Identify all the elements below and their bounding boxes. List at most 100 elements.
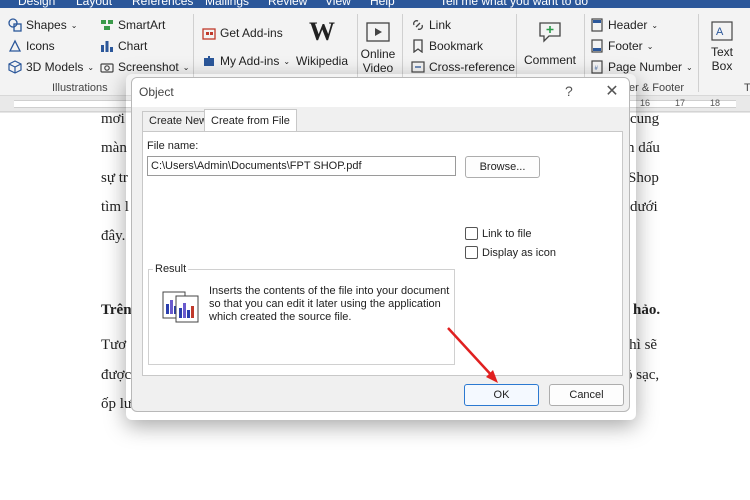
icons-label: Icons	[26, 39, 55, 53]
svg-text:A: A	[716, 26, 724, 38]
result-label: Result	[153, 263, 189, 275]
doc-heading: hảo.	[633, 302, 661, 318]
page-number-button[interactable]: # Page Number ⌄	[590, 60, 693, 74]
screenshot-label: Screenshot	[118, 60, 179, 74]
chevron-down-icon: ⌄	[70, 20, 78, 30]
file-name-input[interactable]	[147, 156, 456, 176]
3d-models-button[interactable]: 3D Models ⌄	[8, 60, 94, 74]
icons-button[interactable]: Icons	[8, 39, 55, 53]
store-icon	[202, 28, 216, 40]
my-add-ins-label: My Add-ins	[220, 54, 280, 68]
close-icon[interactable]: ✕	[599, 81, 625, 103]
tab-mailings[interactable]: Mailings	[205, 0, 249, 8]
bookmark-label: Bookmark	[429, 39, 484, 53]
display-as-icon-label: Display as icon	[482, 246, 556, 259]
ruler-number: 18	[710, 98, 721, 108]
puzzle-icon	[204, 56, 214, 66]
tab-references[interactable]: References	[132, 0, 193, 8]
checkbox-box[interactable]	[465, 246, 478, 259]
doc-line: sự tr	[101, 170, 128, 186]
ribbon-tabs: Design Layout References Mailings Review…	[0, 0, 750, 8]
checkbox-box[interactable]	[465, 227, 478, 240]
ok-button[interactable]: OK	[464, 384, 539, 406]
text-group-label: T	[744, 82, 750, 94]
shapes-button[interactable]: Shapes ⌄	[8, 18, 77, 32]
chevron-down-icon: ⌄	[651, 20, 659, 30]
text-box-label-1: Text	[710, 45, 733, 59]
browse-button[interactable]: Browse...	[465, 156, 540, 178]
chevron-down-icon: ⌄	[87, 62, 95, 72]
icons-icon	[8, 39, 22, 52]
tab-help[interactable]: Help	[370, 0, 395, 8]
link-button[interactable]: Link	[411, 18, 451, 32]
get-add-ins-label: Get Add-ins	[220, 26, 283, 40]
result-group: Result Inserts the contents of the file …	[148, 263, 455, 365]
footer-label: Footer	[608, 39, 643, 53]
tab-design[interactable]: Design	[18, 0, 55, 8]
video-icon	[366, 22, 390, 42]
camera-icon	[100, 63, 114, 73]
dialog-title-bar[interactable]: Object ? ✕	[132, 78, 629, 107]
chart-label: Chart	[118, 39, 148, 53]
shapes-label: Shapes	[26, 18, 67, 32]
text-box-button[interactable]: A Text Box	[704, 20, 740, 73]
ruler-number: 17	[675, 98, 686, 108]
wikipedia-label: Wikipedia	[295, 54, 349, 68]
smartart-icon	[101, 20, 113, 30]
comment-button[interactable]: Comment	[522, 20, 578, 67]
text-box-icon: A	[711, 21, 733, 41]
online-video-label-2: Video	[362, 61, 394, 75]
tell-me-search[interactable]: Tell me what you want to do	[440, 0, 588, 8]
result-description: Inserts the contents of the file into yo…	[209, 285, 450, 323]
bookmark-button[interactable]: Bookmark	[411, 39, 483, 53]
bookmark-icon	[413, 39, 423, 53]
create-from-file-panel: File name: Browse... Link to file Displa…	[142, 131, 623, 376]
comment-label: Comment	[523, 53, 576, 67]
header-button[interactable]: Header ⌄	[590, 18, 658, 32]
my-add-ins-button[interactable]: My Add-ins ⌄	[202, 54, 290, 68]
page-number-label: Page Number	[608, 60, 683, 74]
tab-layout[interactable]: Layout	[76, 0, 112, 8]
svg-text:#: #	[595, 66, 599, 72]
header-icon	[591, 18, 603, 32]
illustrations-group-label: Illustrations	[52, 82, 108, 94]
chevron-down-icon: ⌄	[182, 62, 190, 72]
cube-icon	[8, 60, 22, 74]
footer-button[interactable]: Footer ⌄	[590, 39, 653, 53]
header-label: Header	[608, 18, 648, 32]
wikipedia-button[interactable]: W Wikipedia	[292, 17, 352, 69]
doc-line: mơi	[101, 111, 125, 127]
cross-reference-label: Cross-reference	[429, 60, 516, 74]
dialog-title: Object	[139, 85, 174, 99]
link-icon	[413, 20, 423, 30]
tab-create-from-file[interactable]: Create from File	[204, 109, 297, 132]
text-box-label-2: Box	[711, 59, 733, 73]
comment-icon	[539, 22, 561, 43]
help-button[interactable]: ?	[565, 83, 573, 99]
cross-reference-button[interactable]: Cross-reference	[411, 60, 515, 74]
link-label: Link	[429, 18, 452, 32]
3d-models-label: 3D Models	[26, 60, 84, 74]
get-add-ins-button[interactable]: Get Add-ins	[202, 26, 283, 40]
cancel-button[interactable]: Cancel	[549, 384, 624, 406]
tab-review[interactable]: Review	[268, 0, 307, 8]
doc-line: Tươ	[101, 337, 127, 353]
tab-view[interactable]: View	[325, 0, 351, 8]
embedded-document-icon	[162, 291, 199, 323]
screenshot-button[interactable]: Screenshot ⌄	[100, 60, 189, 74]
doc-line: tìm l	[101, 199, 129, 215]
smartart-button[interactable]: SmartArt	[100, 18, 165, 32]
chevron-down-icon: ⌄	[283, 56, 291, 66]
link-to-file-label: Link to file	[482, 227, 532, 240]
footer-icon	[591, 39, 603, 53]
display-as-icon-checkbox[interactable]: Display as icon	[465, 246, 556, 259]
chart-button[interactable]: Chart	[100, 39, 147, 53]
link-to-file-checkbox[interactable]: Link to file	[465, 227, 532, 240]
doc-line: đây.	[101, 228, 126, 244]
online-video-button[interactable]: Online Video	[360, 20, 396, 75]
cross-reference-icon	[411, 61, 425, 73]
wikipedia-icon: W	[309, 17, 335, 46]
header-footer-group-label: er & Footer	[629, 82, 685, 94]
shapes-icon	[8, 18, 22, 32]
doc-line: màn	[101, 140, 127, 156]
